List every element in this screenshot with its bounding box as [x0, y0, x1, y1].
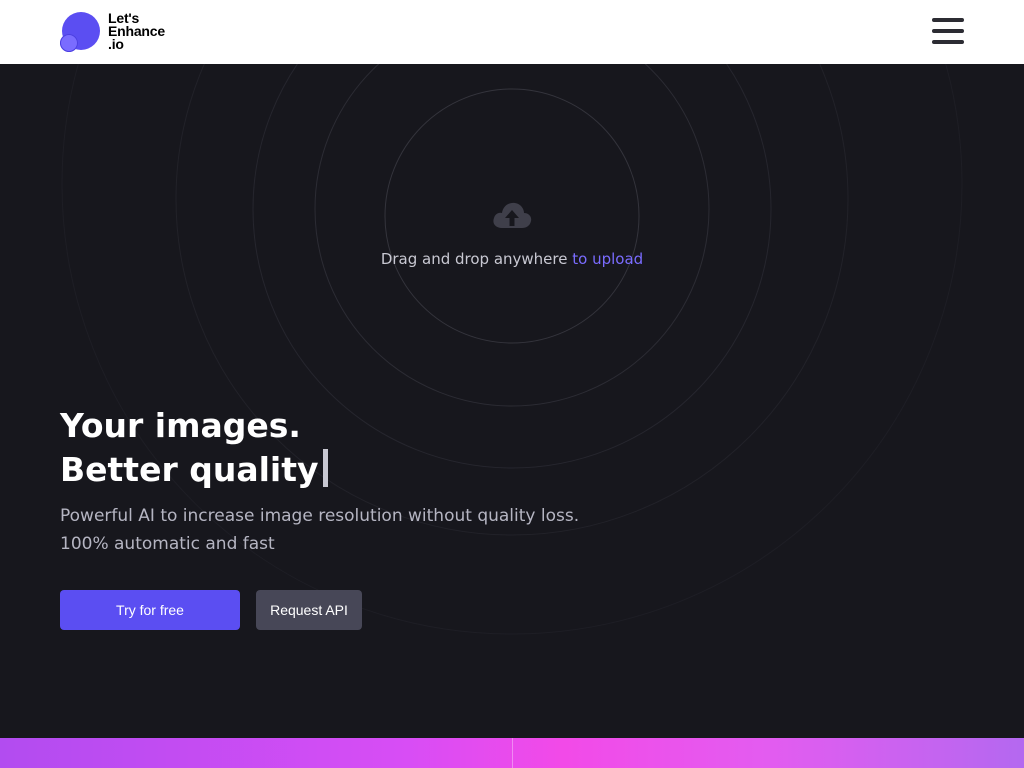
brand-logo[interactable]: Let's Enhance .io [60, 11, 180, 54]
concentric-rings-decoration [61, 64, 963, 635]
top-navbar: Let's Enhance .io [0, 0, 1024, 64]
upload-dropzone[interactable]: Drag and drop anywhere to upload [360, 196, 664, 276]
comparison-divider[interactable] [512, 738, 513, 768]
upload-instructions: Drag and drop anywhere to upload [360, 250, 664, 268]
hero-subtitle: Powerful AI to increase image resolution… [60, 502, 579, 558]
hero-headline: Your images. Better quality [60, 404, 328, 492]
headline-line-2: Better quality [60, 448, 328, 492]
upload-drag-text: Drag and drop anywhere [380, 250, 568, 268]
try-for-free-button[interactable]: Try for free [60, 590, 240, 630]
gradient-section-preview [0, 738, 1024, 768]
logo-line-3: .io [108, 36, 124, 52]
subtitle-line-2: 100% automatic and fast [60, 534, 275, 554]
logo-wordmark: Let's Enhance .io [108, 11, 165, 52]
hero-section[interactable]: Drag and drop anywhere to upload Your im… [0, 64, 1024, 738]
cloud-upload-icon [493, 202, 532, 228]
upload-link[interactable]: to upload [572, 250, 643, 268]
logo-mark-small [60, 34, 78, 52]
request-api-button[interactable]: Request API [256, 590, 362, 630]
hamburger-menu-icon[interactable] [928, 14, 966, 48]
typing-cursor [322, 449, 328, 487]
headline-line-2-text: Better quality [60, 450, 319, 489]
subtitle-line-1: Powerful AI to increase image resolution… [60, 506, 580, 526]
headline-line-1: Your images. [60, 406, 301, 445]
